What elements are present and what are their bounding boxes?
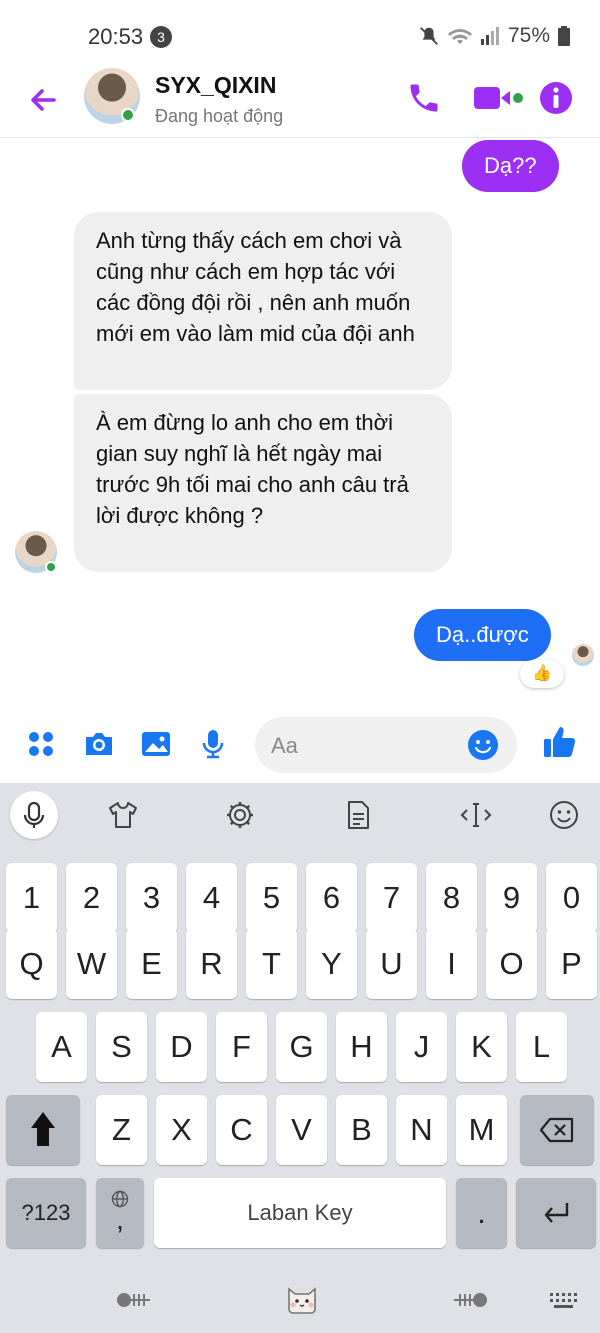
seen-avatar: [572, 644, 594, 666]
online-indicator: [121, 108, 135, 122]
message-input[interactable]: Aa: [255, 717, 517, 773]
phone-call-icon[interactable]: [406, 80, 442, 116]
message-list[interactable]: Dạ?? Anh từng thấy cách em chơi và cũng …: [0, 138, 600, 705]
sticker-shirt-icon[interactable]: [107, 799, 139, 831]
mute-icon: [420, 27, 438, 45]
microphone-icon[interactable]: [196, 727, 230, 761]
keyboard-hide-icon[interactable]: [548, 1291, 578, 1311]
key-e[interactable]: E: [126, 929, 177, 999]
shift-icon: [31, 1112, 55, 1146]
key-w[interactable]: W: [66, 929, 117, 999]
key-2[interactable]: 2: [66, 863, 117, 933]
wifi-icon: [447, 29, 472, 44]
key-9[interactable]: 9: [486, 863, 537, 933]
message-input-placeholder: Aa: [271, 733, 298, 758]
enter-icon: [544, 1203, 569, 1223]
key-g[interactable]: G: [276, 1012, 327, 1082]
comma-label: ,: [116, 1204, 124, 1235]
settings-gear-icon[interactable]: [224, 799, 256, 831]
key-j[interactable]: J: [396, 1012, 447, 1082]
space-bar[interactable]: Laban Key: [154, 1178, 446, 1248]
clipboard-document-icon[interactable]: [342, 799, 374, 831]
chat-header: SYX_QIXIN Đang hoạt động: [0, 68, 600, 138]
online-indicator: [45, 561, 57, 573]
presence-status: Đang hoạt động: [155, 106, 284, 126]
key-a[interactable]: A: [36, 1012, 87, 1082]
cursor-move-icon[interactable]: [460, 799, 492, 831]
gallery-icon[interactable]: [139, 727, 173, 761]
keyboard: 1 2 3 4 5 6 7 8 9 0 Q W E R T Y U I O P …: [0, 783, 600, 1333]
camera-icon[interactable]: [82, 727, 116, 761]
fishbone-icon[interactable]: [450, 1285, 490, 1315]
key-u[interactable]: U: [366, 929, 417, 999]
period-key[interactable]: .: [456, 1178, 507, 1248]
shift-key[interactable]: [6, 1095, 80, 1165]
key-b[interactable]: B: [336, 1095, 387, 1165]
like-thumb-icon[interactable]: [541, 723, 579, 761]
backspace-icon: [539, 1117, 574, 1143]
key-6[interactable]: 6: [306, 863, 357, 933]
microphone-icon: [23, 801, 45, 828]
message-incoming[interactable]: Anh từng thấy cách em chơi và cũng như c…: [74, 212, 452, 390]
symbols-key[interactable]: ?123: [6, 1178, 86, 1248]
info-icon[interactable]: [538, 80, 574, 116]
key-0[interactable]: 0: [546, 863, 597, 933]
key-l[interactable]: L: [516, 1012, 567, 1082]
key-7[interactable]: 7: [366, 863, 417, 933]
key-5[interactable]: 5: [246, 863, 297, 933]
key-h[interactable]: H: [336, 1012, 387, 1082]
key-i[interactable]: I: [426, 929, 477, 999]
emoji-smile-icon[interactable]: [548, 799, 580, 831]
battery-percent: 75%: [507, 24, 550, 47]
language-comma-key[interactable]: ,: [96, 1178, 144, 1248]
fishbone-icon[interactable]: [114, 1285, 154, 1315]
signal-icon: [480, 27, 499, 45]
message-composer: Aa: [0, 705, 600, 783]
key-p[interactable]: P: [546, 929, 597, 999]
key-4[interactable]: 4: [186, 863, 237, 933]
cat-face-icon[interactable]: [284, 1281, 320, 1317]
voice-input-button[interactable]: [10, 791, 58, 839]
key-r[interactable]: R: [186, 929, 237, 999]
enter-key[interactable]: [516, 1178, 596, 1248]
key-d[interactable]: D: [156, 1012, 207, 1082]
keyboard-toolbar: [0, 783, 600, 853]
key-v[interactable]: V: [276, 1095, 327, 1165]
key-c[interactable]: C: [216, 1095, 267, 1165]
key-s[interactable]: S: [96, 1012, 147, 1082]
key-q[interactable]: Q: [6, 929, 57, 999]
key-y[interactable]: Y: [306, 929, 357, 999]
notification-count-badge: 3: [150, 26, 172, 48]
message-outgoing[interactable]: Dạ..được: [414, 609, 551, 661]
status-indicators: 75%: [418, 24, 570, 48]
reaction-badge[interactable]: 👍: [520, 660, 564, 688]
back-arrow-icon[interactable]: [24, 80, 64, 120]
key-z[interactable]: Z: [96, 1095, 147, 1165]
key-m[interactable]: M: [456, 1095, 507, 1165]
key-k[interactable]: K: [456, 1012, 507, 1082]
message-outgoing[interactable]: Dạ??: [462, 140, 559, 192]
more-actions-icon[interactable]: [24, 727, 58, 761]
status-bar: 20:53 3 75%: [0, 0, 600, 70]
emoji-icon[interactable]: [467, 729, 499, 761]
key-1[interactable]: 1: [6, 863, 57, 933]
keyboard-bottom-bar: [0, 1283, 600, 1333]
key-3[interactable]: 3: [126, 863, 177, 933]
status-time: 20:53: [88, 24, 144, 49]
key-x[interactable]: X: [156, 1095, 207, 1165]
key-t[interactable]: T: [246, 929, 297, 999]
key-n[interactable]: N: [396, 1095, 447, 1165]
key-o[interactable]: O: [486, 929, 537, 999]
contact-name[interactable]: SYX_QIXIN: [155, 72, 276, 99]
key-8[interactable]: 8: [426, 863, 477, 933]
message-incoming[interactable]: À em đừng lo anh cho em thời gian suy ng…: [74, 394, 452, 572]
backspace-key[interactable]: [520, 1095, 594, 1165]
key-f[interactable]: F: [216, 1012, 267, 1082]
battery-icon: [558, 26, 570, 46]
video-call-icon[interactable]: [472, 80, 528, 116]
